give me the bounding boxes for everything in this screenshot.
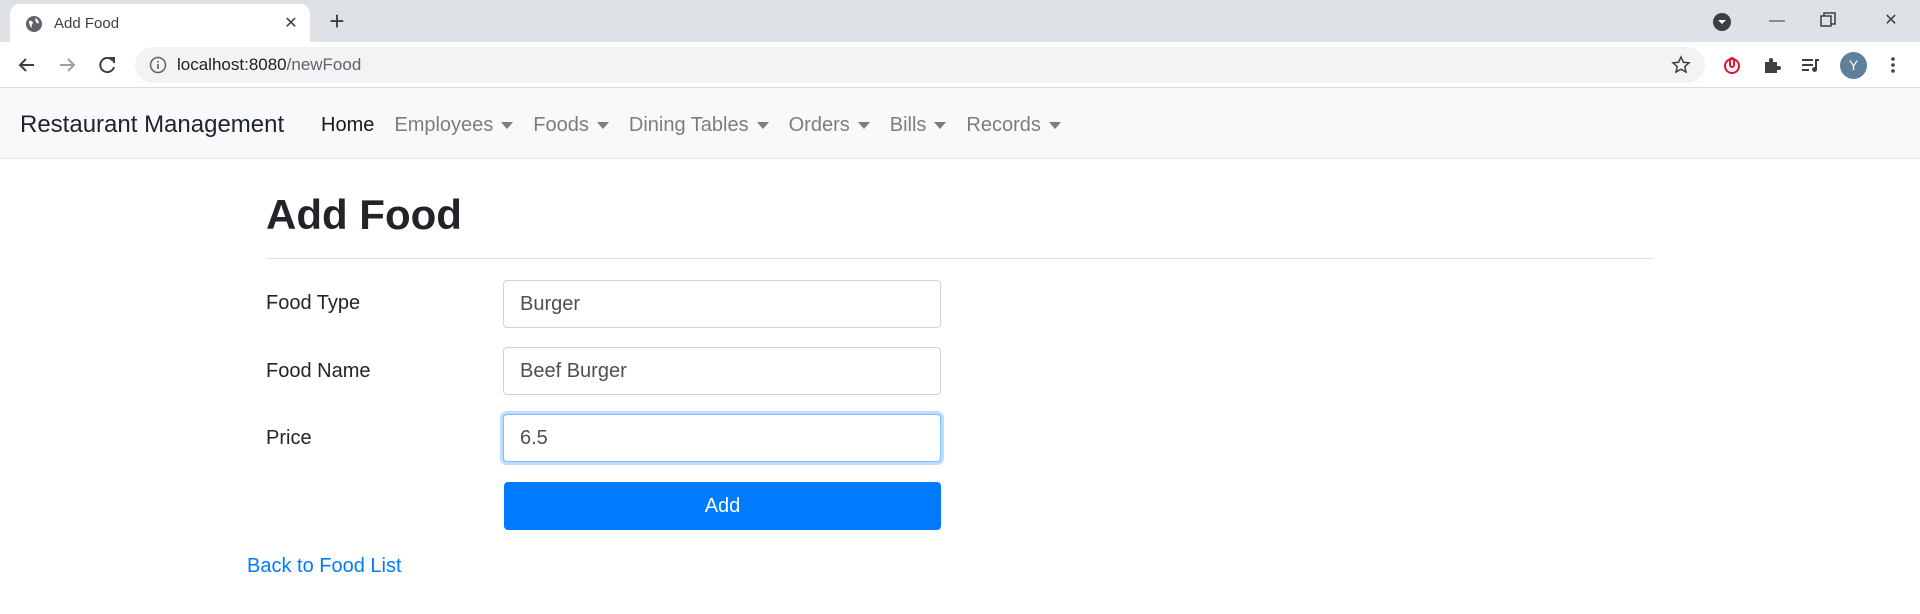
food-type-label: Food Type (266, 292, 361, 314)
food-name-input[interactable] (503, 347, 941, 395)
nav-item-label: Dining Tables (628, 114, 749, 136)
nav-item-home[interactable]: Home (321, 113, 394, 137)
nav-item-foods[interactable]: Foods (533, 113, 629, 137)
nav-item-employees[interactable]: Employees (394, 113, 533, 137)
nav-item-label: Bills (889, 114, 927, 136)
plus-icon[interactable]: + (323, 8, 351, 36)
price-input[interactable] (503, 414, 941, 462)
caret-down-icon (1048, 121, 1061, 129)
profile-avatar[interactable]: Y (1840, 52, 1867, 79)
browser-tabstrip: Add Food ✕ + — ✕ (0, 0, 1920, 42)
back-arrow-icon[interactable] (12, 50, 42, 80)
tab-search-icon[interactable] (1710, 10, 1734, 34)
nav-item-bills[interactable]: Bills (890, 113, 967, 137)
add-button[interactable]: Add (504, 482, 941, 530)
url-path: /newFood (286, 55, 362, 74)
nav-item-label: Records (966, 114, 1041, 136)
nav-item-label: Orders (788, 114, 850, 136)
app-navbar: Restaurant Management Home Employees Foo… (0, 89, 1920, 159)
close-icon[interactable]: ✕ (282, 15, 300, 33)
nav-item-label: Home (321, 114, 375, 136)
nav-item-label: Employees (394, 114, 494, 136)
nav-item-dining-tables[interactable]: Dining Tables (629, 113, 789, 137)
price-label: Price (266, 427, 312, 449)
browser-toolbar: localhost:8080/newFood (0, 42, 1920, 88)
nav-item-orders[interactable]: Orders (789, 113, 890, 137)
caret-down-icon (501, 121, 514, 129)
navbar-brand[interactable]: Restaurant Management (20, 111, 284, 139)
food-type-input[interactable] (503, 280, 941, 328)
globe-icon (26, 16, 42, 32)
page-title: Add Food (266, 191, 462, 238)
puzzle-icon[interactable] (1761, 54, 1783, 76)
caret-down-icon (756, 121, 769, 129)
address-bar[interactable]: localhost:8080/newFood (135, 47, 1705, 83)
reload-icon[interactable] (92, 50, 122, 80)
kebab-menu-icon[interactable] (1882, 54, 1904, 76)
minimize-icon[interactable]: — (1762, 6, 1792, 36)
food-name-label: Food Name (266, 360, 371, 382)
tab-title: Add Food (54, 15, 120, 32)
browser-tab[interactable]: Add Food ✕ (10, 4, 310, 42)
caret-down-icon (934, 121, 947, 129)
navbar-links: Home Employees Foods Dining Tables Order… (321, 113, 1081, 137)
window-close-icon[interactable]: ✕ (1876, 6, 1906, 36)
caret-down-icon (857, 121, 870, 129)
forward-arrow-icon[interactable] (52, 50, 82, 80)
back-to-food-list-link[interactable]: Back to Food List (247, 554, 402, 578)
url-text: localhost:8080/newFood (177, 56, 361, 74)
lock-extension-icon[interactable] (1721, 54, 1743, 76)
media-queue-icon[interactable] (1800, 54, 1822, 76)
restore-icon[interactable] (1818, 10, 1838, 30)
star-icon[interactable] (1671, 55, 1691, 75)
nav-item-label: Foods (533, 114, 589, 136)
url-host: localhost:8080 (177, 55, 287, 74)
title-divider (266, 258, 1654, 259)
nav-item-records[interactable]: Records (966, 113, 1080, 137)
info-icon[interactable] (149, 56, 167, 74)
caret-down-icon (596, 121, 609, 129)
